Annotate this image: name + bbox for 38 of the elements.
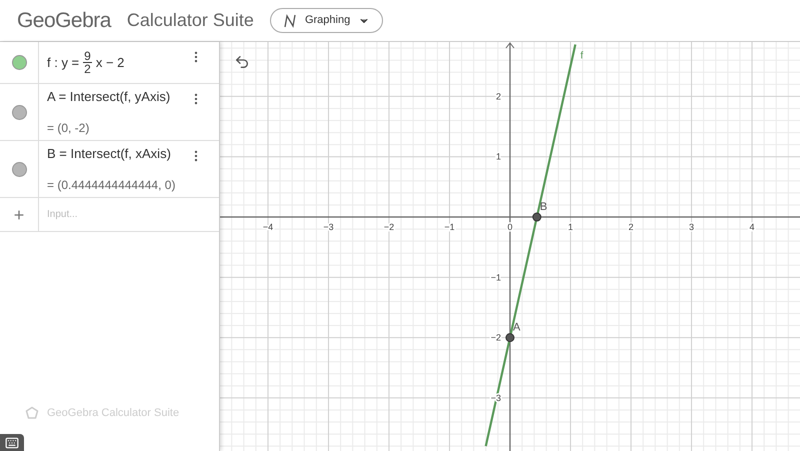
app-logo: GeoGebra [17,8,111,34]
point-value: = (0, -2) [47,120,90,137]
point-label: A [513,322,520,334]
graph-icon [282,14,297,28]
visibility-toggle[interactable] [12,162,26,176]
tick-label: −2 [384,222,394,232]
fraction-numerator: 9 [84,50,91,62]
point-marker[interactable] [532,212,542,222]
point-value: = (0.4444444444444, 0) [47,176,176,194]
logo-icon [25,406,39,420]
app-title: Calculator Suite [126,9,254,32]
undo-icon[interactable] [234,54,250,70]
tick-label: 1 [568,222,574,232]
tick-label: 4 [750,222,755,232]
tick-label: 1 [496,152,501,162]
app-switcher-dropdown[interactable]: Graphing [270,8,384,33]
tick-label: −1 [444,222,455,232]
function-label: f [580,50,584,62]
tick-label: 2 [496,91,501,102]
input-field[interactable]: Input... [39,198,219,231]
keyboard-icon [5,436,19,450]
tick-label: −4 [262,222,274,232]
add-icon[interactable]: + [14,206,24,224]
tick-label: 3 [689,222,694,232]
keyboard-button[interactable] [0,434,24,451]
tick-label: −3 [323,222,334,232]
equation-term: x − 2 [96,54,124,72]
tick-label: −2 [490,332,501,343]
tick-label: −1 [490,272,501,282]
tick-label: 2 [628,222,634,232]
visibility-toggle[interactable] [12,55,26,70]
point-marker[interactable] [506,333,514,342]
equation-label: f : y = [47,54,80,72]
point-label: B [540,201,548,213]
point-definition: B = Intersect(f, xAxis) [47,145,171,164]
visibility-toggle[interactable] [12,104,26,120]
point-definition: A = Intersect(f, yAxis) [47,88,170,106]
fraction-denominator: 2 [83,62,92,75]
